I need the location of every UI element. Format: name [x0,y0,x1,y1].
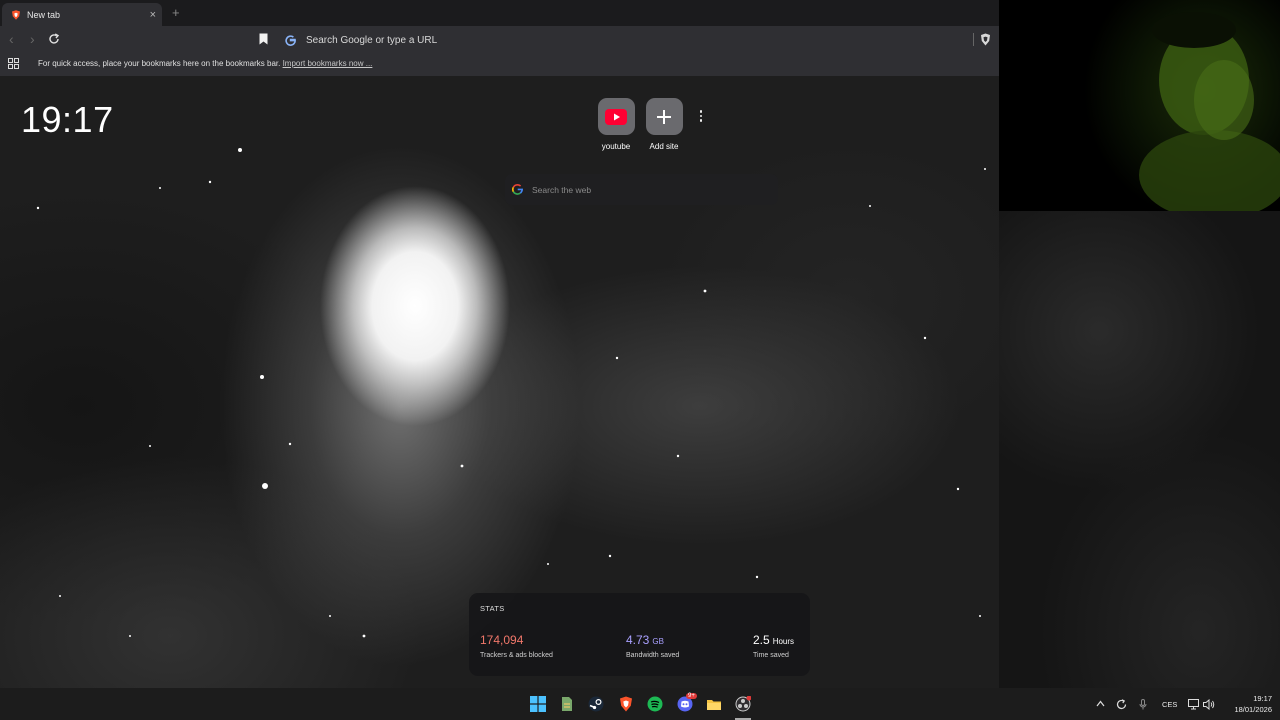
clock: 19:17 [21,99,114,140]
google-icon [285,34,296,46]
brave-shields-icon[interactable] [980,33,991,46]
file-explorer-icon[interactable] [706,696,722,712]
browser-window: New tab × + ‹ › Search Google or type a … [0,0,999,688]
system-clock[interactable]: 19:17 18/01/2026 [1222,693,1272,715]
address-bar[interactable] [280,30,970,50]
stat-unit: GB [652,637,664,646]
reload-icon[interactable] [48,33,60,45]
stat-caption: Bandwidth saved [626,652,680,659]
close-tab-icon[interactable]: × [150,9,156,21]
toolbar-divider [973,33,974,46]
language-indicator[interactable]: CES [1162,700,1177,709]
stat-value: 4.73 [626,633,650,647]
add-site-button[interactable]: Add site [634,98,694,151]
back-button[interactable]: ‹ [9,32,14,46]
brave-icon [12,9,20,20]
plus-icon [657,109,671,124]
forward-button[interactable]: › [30,32,35,46]
system-time: 19:17 [1253,694,1272,703]
stat-caption: Trackers & ads blocked [480,652,553,659]
taskbar: 9+ CES 19:17 18/01/2026 [0,688,1280,720]
desktop-wallpaper [999,211,1280,688]
google-icon [512,184,523,195]
new-tab-page: 19:17 youtube Add site Search the web ST… [0,76,999,688]
chevron-up-icon[interactable] [1096,700,1105,707]
volume-icon[interactable] [1203,699,1215,710]
stat-bandwidth-saved: 4.73 GB Bandwidth saved [626,631,679,659]
import-bookmarks-link[interactable]: Import bookmarks now ... [283,59,373,68]
network-icon[interactable] [1188,699,1200,710]
tab-title: New tab [27,9,61,20]
ntp-search-box[interactable]: Search the web [505,174,778,205]
stat-time-saved: 2.5 Hours Time saved [753,631,794,659]
system-date: 18/01/2026 [1234,705,1272,714]
webcam-person-image [1139,12,1280,211]
bookmarks-hint-text: For quick access, place your bookmarks h… [38,59,281,68]
top-site-tile [645,98,683,135]
discord-badge: 9+ [686,693,697,699]
tab-strip: New tab × + [0,0,999,26]
stats-header: STATS [480,604,505,613]
top-site-tile [597,98,635,135]
stat-caption: Time saved [753,652,789,659]
apps-grid-icon[interactable] [8,58,19,69]
youtube-icon [605,108,627,125]
stat-value: 2.5 [753,633,770,647]
stat-unit: Hours [772,637,795,646]
spotify-icon[interactable] [647,696,663,712]
ntp-search-placeholder: Search the web [532,184,592,195]
bookmarks-bar-hint: For quick access, place your bookmarks h… [38,59,372,68]
bookmark-icon[interactable] [259,33,268,45]
stat-trackers-blocked: 174,094 Trackers & ads blocked [480,631,553,659]
windows-start-icon[interactable] [530,696,546,712]
obs-icon[interactable] [735,696,751,712]
webcam-overlay [999,0,1280,211]
file-icon[interactable] [559,696,575,712]
new-tab-button[interactable]: + [172,5,180,20]
stat-value: 174,094 [480,633,524,647]
top-sites-menu-icon[interactable] [698,110,704,124]
brave-icon[interactable] [618,696,634,712]
tab-new-tab[interactable]: New tab × [2,3,162,26]
sync-icon[interactable] [1116,699,1127,710]
browser-toolbar: ‹ › [0,26,999,53]
microphone-icon[interactable] [1139,699,1147,710]
bookmarks-bar: For quick access, place your bookmarks h… [0,53,999,76]
steam-icon[interactable] [588,696,604,712]
add-site-label: Add site [649,142,679,151]
address-input[interactable] [304,33,908,47]
stats-widget: STATS 174,094 Trackers & ads blocked 4.7… [469,593,810,676]
